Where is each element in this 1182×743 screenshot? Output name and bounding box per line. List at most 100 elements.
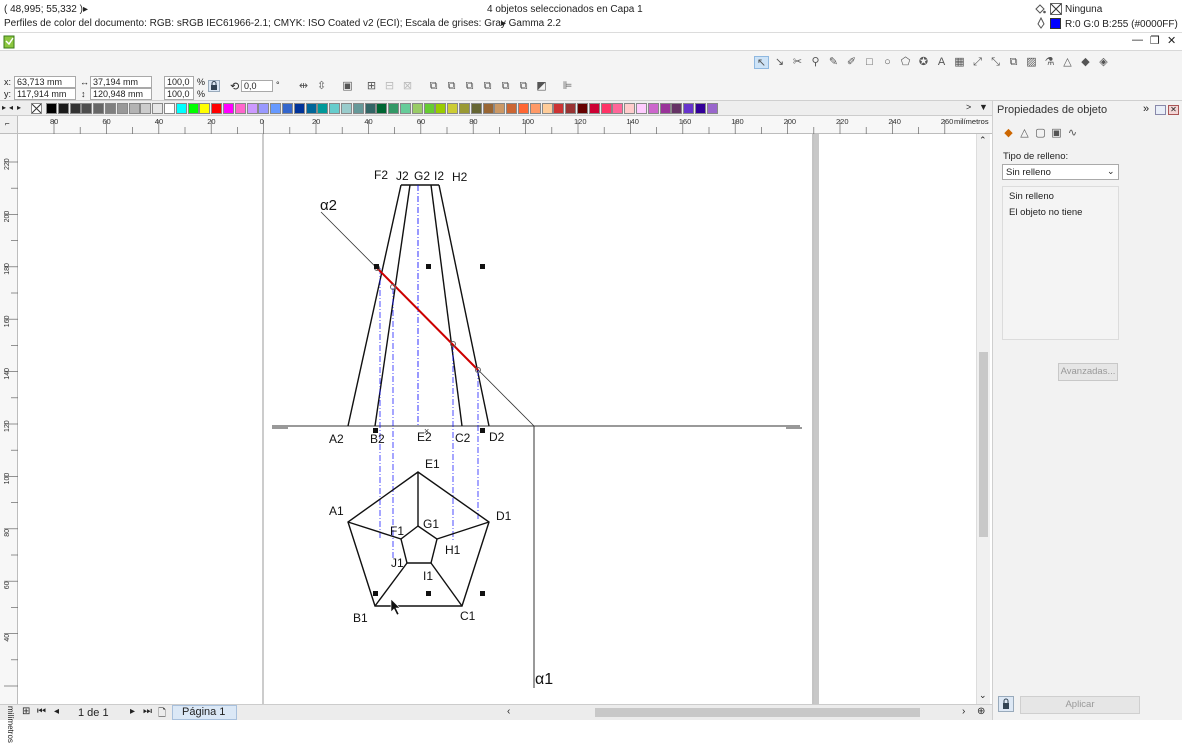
palette-no-color-icon[interactable]: [31, 103, 42, 114]
y-position-field[interactable]: 117,914 mm: [14, 88, 76, 100]
shape-tool-icon[interactable]: ↘: [772, 56, 787, 69]
weld-icon[interactable]: ⧉: [426, 80, 441, 93]
rectangle-tool-icon[interactable]: □: [862, 56, 877, 69]
coords-arrow-icon[interactable]: ▸: [83, 4, 88, 15]
pick-tool-icon[interactable]: ↖: [754, 56, 769, 69]
ruler-origin[interactable]: ⌐: [0, 116, 18, 134]
palette-swatch[interactable]: [494, 103, 506, 114]
palette-swatch[interactable]: [152, 103, 164, 114]
page-options-icon[interactable]: ⊞: [22, 706, 30, 717]
palette-swatch[interactable]: [46, 103, 57, 114]
palette-swatch[interactable]: [518, 103, 529, 114]
lock-ratio-icon[interactable]: [208, 80, 220, 92]
fill-tool-icon[interactable]: ◆: [1078, 56, 1093, 69]
palette-menu-icon[interactable]: ▸: [17, 103, 21, 112]
palette-swatch[interactable]: [659, 103, 671, 114]
intersect-icon[interactable]: ⧉: [462, 80, 477, 93]
palette-swatch[interactable]: [246, 103, 258, 114]
palette-swatch[interactable]: [93, 103, 105, 114]
minimize-button[interactable]: —: [1132, 34, 1143, 46]
palette-swatch[interactable]: [435, 103, 447, 114]
palette-swatch[interactable]: [482, 103, 494, 114]
scale-height-field[interactable]: 100,0: [164, 88, 194, 100]
panel-close-icon[interactable]: ✕: [1168, 105, 1179, 115]
palette-swatch[interactable]: [376, 103, 388, 114]
palette-swatch[interactable]: [647, 103, 659, 114]
palette-swatch[interactable]: [565, 103, 577, 114]
palette-swatch[interactable]: [695, 103, 706, 114]
palette-swatch[interactable]: [164, 103, 175, 114]
first-page-icon[interactable]: ⏮: [37, 706, 46, 717]
trim-icon[interactable]: ⧉: [444, 80, 459, 93]
ellipse-tool-icon[interactable]: ○: [880, 56, 895, 69]
zoom-navigator-icon[interactable]: ⊕: [977, 706, 985, 717]
dimension-tool-icon[interactable]: ⤢: [970, 56, 985, 69]
palette-swatch[interactable]: [624, 103, 636, 114]
palette-swatch[interactable]: [364, 103, 376, 114]
crop-tool-icon[interactable]: ✂: [790, 56, 805, 69]
palette-swatch[interactable]: [388, 103, 400, 114]
palette-swatch[interactable]: [105, 103, 116, 114]
last-page-icon[interactable]: ⏭: [143, 706, 152, 717]
combine-icon[interactable]: ⊠: [400, 80, 415, 93]
palette-swatch[interactable]: [636, 103, 647, 114]
palette-swatch[interactable]: [57, 103, 69, 114]
palette-swatch[interactable]: [341, 103, 352, 114]
palette-swatch[interactable]: [81, 103, 93, 114]
table-tool-icon[interactable]: ▦: [952, 56, 967, 69]
fill-type-select[interactable]: Sin relleno ⌄: [1002, 164, 1119, 180]
vertical-ruler[interactable]: 220 200 180 160 140 120 100 80 60 40: [0, 134, 18, 713]
palette-expand-icon[interactable]: ▼: [979, 102, 988, 112]
palette-swatch[interactable]: [329, 103, 341, 114]
prev-page-icon[interactable]: ◂: [54, 706, 59, 717]
palette-swatch[interactable]: [270, 103, 282, 114]
page-tab[interactable]: Página 1: [172, 705, 237, 720]
palette-swatch[interactable]: [671, 103, 683, 114]
palette-swatch[interactable]: [128, 103, 140, 114]
palette-scroll-left-icon[interactable]: ▸: [2, 103, 6, 112]
palette-swatch[interactable]: [706, 103, 718, 114]
mirror-horizontal-icon[interactable]: ⇹: [296, 80, 311, 93]
outline-tool-icon[interactable]: △: [1060, 56, 1075, 69]
frame-tab-icon[interactable]: ▢: [1033, 127, 1048, 140]
polygon-tool-icon[interactable]: ⬠: [898, 56, 913, 69]
palette-swatch[interactable]: [423, 103, 435, 114]
back-minus-front-icon[interactable]: ⧉: [516, 80, 531, 93]
palette-swatch[interactable]: [187, 103, 199, 114]
ungroup-icon[interactable]: ⊞: [364, 80, 379, 93]
width-field[interactable]: 37,194 mm: [90, 76, 152, 88]
palette-scroll-right-icon[interactable]: >: [966, 102, 971, 112]
palette-swatch[interactable]: [400, 103, 411, 114]
drawing-canvas[interactable]: × F2 J2 G2 I2 H2 α2 A2 B2 E2 C2 D2 E1 A1…: [18, 134, 976, 704]
palette-swatch[interactable]: [175, 103, 187, 114]
palette-swatch[interactable]: [211, 103, 223, 114]
transparency-tab-icon[interactable]: ▣: [1049, 127, 1064, 140]
align-distribute-icon[interactable]: ⊫: [560, 80, 575, 93]
palette-swatch[interactable]: [234, 103, 246, 114]
palette-swatch[interactable]: [69, 103, 81, 114]
palette-swatch[interactable]: [116, 103, 128, 114]
connector-tool-icon[interactable]: ⤡: [988, 56, 1003, 69]
palette-swatch[interactable]: [140, 103, 152, 114]
palette-swatch[interactable]: [411, 103, 423, 114]
palette-swatch[interactable]: [459, 103, 470, 114]
palette-swatch[interactable]: [506, 103, 518, 114]
palette-swatch[interactable]: [447, 103, 459, 114]
scale-width-field[interactable]: 100,0: [164, 76, 194, 88]
palette-swatch[interactable]: [258, 103, 270, 114]
boundary-icon[interactable]: ◩: [534, 80, 549, 93]
curve-tab-icon[interactable]: ∿: [1065, 127, 1080, 140]
basic-shapes-icon[interactable]: ✪: [916, 56, 931, 69]
hscroll-right-icon[interactable]: ›: [962, 706, 965, 717]
panel-collapse-icon[interactable]: »: [1143, 103, 1149, 115]
scroll-up-icon[interactable]: ⌃: [979, 135, 987, 146]
rotation-field[interactable]: 0,0: [241, 80, 273, 92]
blend-tool-icon[interactable]: ⧉: [1006, 56, 1021, 69]
panel-dock-icon[interactable]: [1155, 105, 1166, 115]
simplify-icon[interactable]: ⧉: [480, 80, 495, 93]
vertical-scroll-thumb[interactable]: [979, 352, 988, 537]
zoom-tool-icon[interactable]: ⚲: [808, 56, 823, 69]
height-field[interactable]: 120,948 mm: [90, 88, 152, 100]
transparency-tool-icon[interactable]: ▨: [1024, 56, 1039, 69]
palette-swatch[interactable]: [199, 103, 211, 114]
